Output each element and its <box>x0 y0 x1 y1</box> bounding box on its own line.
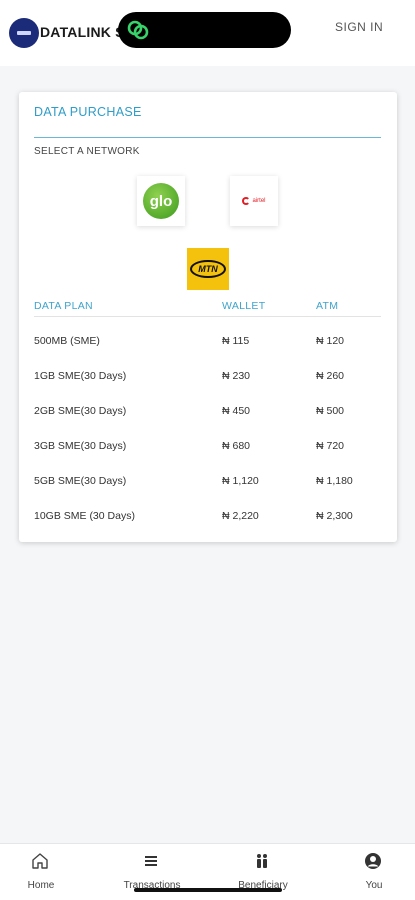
link-icon <box>127 20 149 40</box>
plan-name: 1GB SME(30 Days) <box>34 370 127 382</box>
table-row[interactable]: 5GB SME(30 Days) ₦ 1,120 ₦ 1,180 <box>34 457 381 492</box>
app-header: DATALINK S SIGN IN <box>0 0 415 66</box>
atm-price: ₦ 500 <box>316 405 345 417</box>
nav-home-label: Home <box>27 880 55 891</box>
header-atm: ATM <box>316 300 339 312</box>
title-divider <box>34 137 381 138</box>
brand-name: DATALINK S <box>40 24 125 40</box>
data-purchase-card: DATA PURCHASE SELECT A NETWORK glo airte… <box>19 92 397 542</box>
glo-logo-text: glo <box>149 192 173 210</box>
mtn-logo-text: MTN <box>198 264 218 274</box>
people-icon <box>257 854 267 868</box>
table-row[interactable]: 2GB SME(30 Days) ₦ 450 ₦ 500 <box>34 387 381 422</box>
sign-in-link[interactable]: SIGN IN <box>335 20 383 34</box>
network-airtel-button[interactable]: airtel <box>230 176 278 226</box>
airtel-swoosh-icon <box>242 197 251 205</box>
table-row[interactable]: 3GB SME(30 Days) ₦ 680 ₦ 720 <box>34 422 381 457</box>
user-icon <box>365 853 381 869</box>
glo-logo: glo <box>143 183 179 219</box>
camera-notch <box>118 12 291 48</box>
atm-price: ₦ 1,180 <box>316 475 353 487</box>
nav-home[interactable]: Home <box>6 844 76 900</box>
data-plan-table: DATA PLAN WALLET ATM 500MB (SME) ₦ 115 ₦… <box>34 298 381 527</box>
atm-price: ₦ 720 <box>316 440 345 452</box>
nav-you-label: You <box>365 880 383 891</box>
table-header: DATA PLAN WALLET ATM <box>34 298 381 317</box>
plan-name: 3GB SME(30 Days) <box>34 440 127 452</box>
wallet-price: ₦ 2,220 <box>222 510 259 522</box>
wallet-price: ₦ 1,120 <box>222 475 259 487</box>
plan-name: 2GB SME(30 Days) <box>34 405 127 417</box>
network-mtn-button[interactable]: MTN <box>187 248 229 290</box>
table-row[interactable]: 10GB SME (30 Days) ₦ 2,220 ₦ 2,300 <box>34 492 381 527</box>
plan-name: 10GB SME (30 Days) <box>34 510 135 522</box>
wallet-price: ₦ 450 <box>222 405 251 417</box>
plan-name: 500MB (SME) <box>34 335 100 347</box>
card-title: DATA PURCHASE <box>34 105 142 119</box>
mtn-logo: MTN <box>190 260 226 278</box>
logo-mark <box>17 31 31 35</box>
table-row[interactable]: 500MB (SME) ₦ 115 ₦ 120 <box>34 317 381 352</box>
network-glo-button[interactable]: glo <box>137 176 185 226</box>
home-icon <box>32 853 48 869</box>
airtel-logo-text: airtel <box>252 198 266 204</box>
home-indicator <box>134 888 282 892</box>
atm-price: ₦ 2,300 <box>316 510 353 522</box>
table-row[interactable]: 1GB SME(30 Days) ₦ 230 ₦ 260 <box>34 352 381 387</box>
airtel-logo: airtel <box>242 197 266 205</box>
atm-price: ₦ 260 <box>316 370 345 382</box>
wallet-price: ₦ 115 <box>222 335 250 347</box>
nav-you[interactable]: You <box>339 844 409 900</box>
header-data-plan: DATA PLAN <box>34 300 93 312</box>
plan-name: 5GB SME(30 Days) <box>34 475 127 487</box>
select-network-label: SELECT A NETWORK <box>34 146 140 157</box>
header-wallet: WALLET <box>222 300 266 312</box>
atm-price: ₦ 120 <box>316 335 345 347</box>
wallet-price: ₦ 230 <box>222 370 251 382</box>
wallet-price: ₦ 680 <box>222 440 251 452</box>
datalink-logo[interactable] <box>9 18 39 48</box>
list-icon <box>145 856 157 866</box>
